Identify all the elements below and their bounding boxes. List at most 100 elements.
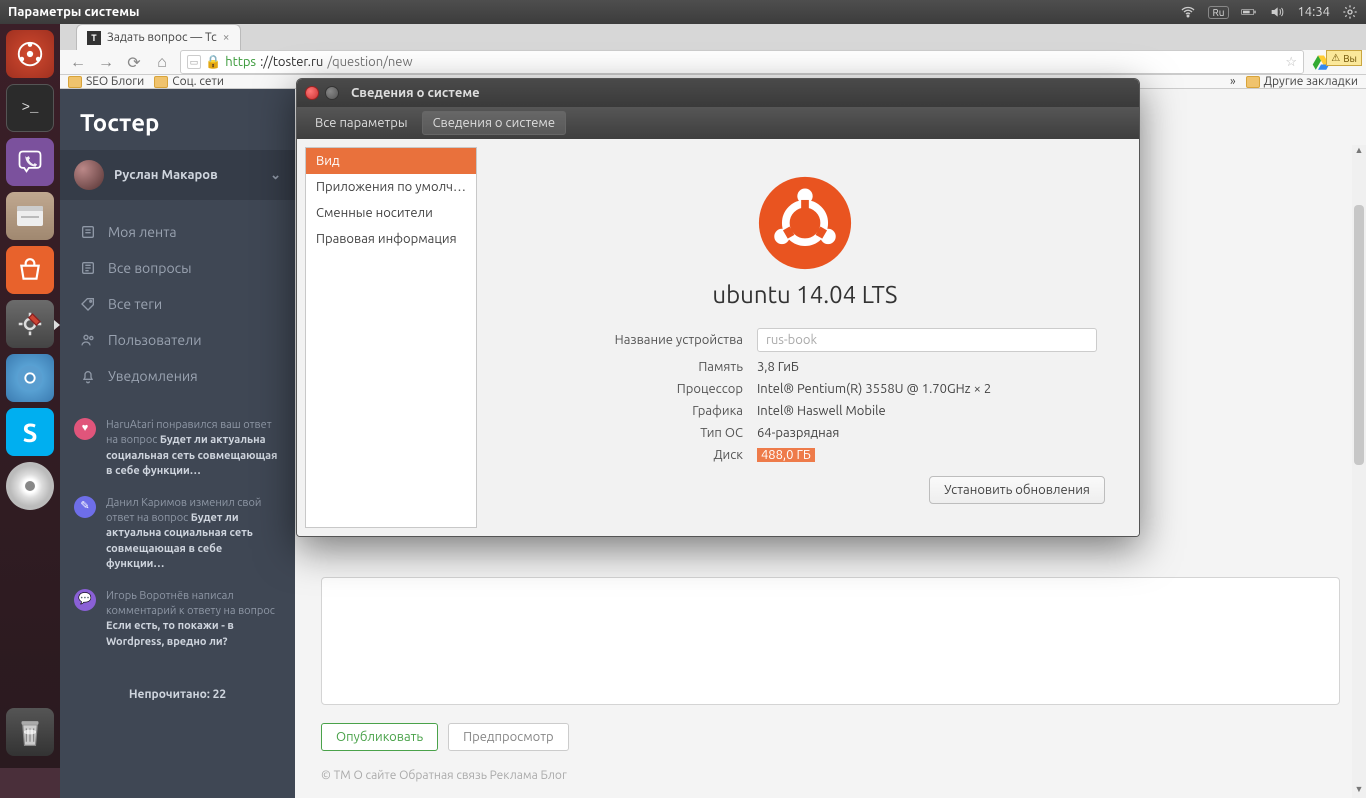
feed-entry[interactable]: ✎Данил Каримов изменил свой ответ на воп… (74, 496, 281, 573)
device-name-input[interactable] (757, 328, 1097, 352)
breadcrumb-current[interactable]: Сведения о системе (422, 111, 567, 135)
sidebar-item-notifications[interactable]: Уведомления (60, 358, 295, 394)
device-label: Название устройства (513, 333, 743, 347)
memory-label: Память (513, 360, 743, 374)
bookmark-folder[interactable]: Соц. сети (154, 75, 224, 88)
dialog-titlebar[interactable]: Сведения о системе (297, 79, 1139, 107)
feed-entry[interactable]: 💬Игорь Воротнёв написал комментарий к от… (74, 589, 281, 651)
os-type-label: Тип ОС (513, 426, 743, 440)
launcher-skype[interactable]: S (6, 408, 54, 456)
launcher-trash[interactable] (6, 708, 54, 756)
tab-title: Задать вопрос — Тс (107, 31, 217, 44)
toster-sidebar: Тостер Руслан Макаров ⌄ Моя лента Все во… (60, 89, 295, 798)
gear-icon[interactable] (1342, 4, 1358, 20)
system-tray: Ru 14:34 (1180, 4, 1358, 20)
sidebar-item-feed[interactable]: Моя лента (60, 214, 295, 250)
install-updates-button[interactable]: Установить обновления (929, 476, 1105, 504)
launcher-disc[interactable] (6, 462, 54, 510)
user-menu[interactable]: Руслан Макаров ⌄ (60, 150, 295, 200)
gpu-value: Intel® Haswell Mobile (757, 404, 1097, 418)
os-name: ubuntu 14.04 LTS (493, 281, 1117, 308)
other-bookmarks[interactable]: Другие закладки (1246, 75, 1358, 88)
heart-icon: ♥ (74, 418, 96, 440)
launcher-settings[interactable] (6, 300, 54, 348)
star-icon[interactable]: ☆ (1285, 55, 1297, 70)
launcher-files[interactable] (6, 192, 54, 240)
bookmark-folder[interactable]: SEO Блоги (68, 75, 144, 88)
launcher-viber[interactable] (6, 138, 54, 186)
close-icon[interactable]: × (223, 31, 230, 44)
breadcrumb-all[interactable]: Все параметры (305, 112, 418, 134)
launcher-terminal[interactable]: >_ (6, 84, 54, 132)
publish-button[interactable]: Опубликовать (321, 723, 438, 751)
sidebar-item-users[interactable]: Пользователи (60, 322, 295, 358)
forward-button[interactable]: → (96, 53, 116, 72)
breadcrumb: Все параметры Сведения о системе (297, 107, 1139, 139)
scrollbar[interactable]: ▲ ▼ (1352, 145, 1366, 798)
launcher-software-center[interactable] (6, 246, 54, 294)
feed-entry[interactable]: ♥HaruAtari понравился ваш ответ на вопро… (74, 418, 281, 480)
favicon-icon: T (87, 31, 101, 45)
page-info-icon[interactable]: ▭ (187, 55, 201, 69)
back-button[interactable]: ← (68, 53, 88, 72)
folder-icon (154, 76, 168, 88)
scroll-down-icon[interactable]: ▼ (1352, 784, 1366, 798)
window-minimize-icon[interactable] (325, 86, 339, 100)
window-close-icon[interactable] (305, 86, 319, 100)
notification-feed: ♥HaruAtari понравился ваш ответ на вопро… (60, 408, 295, 676)
preview-button[interactable]: Предпросмотр (448, 723, 569, 751)
category-item-overview[interactable]: Вид (306, 148, 476, 174)
dialog-content: ubuntu 14.04 LTS Название устройства Пам… (477, 147, 1133, 528)
avatar (74, 160, 104, 190)
memory-value: 3,8 ГиБ (757, 360, 1097, 374)
user-name: Руслан Макаров (114, 168, 218, 182)
home-button[interactable]: ⌂ (152, 53, 172, 72)
volume-icon[interactable] (1269, 4, 1285, 20)
question-body-textarea[interactable] (321, 577, 1340, 705)
sidebar-nav: Моя лента Все вопросы Все теги Пользоват… (60, 200, 295, 408)
dialog-title: Сведения о системе (351, 86, 480, 100)
top-menubar: Параметры системы Ru 14:34 (0, 0, 1366, 24)
keyboard-layout-indicator[interactable]: Ru (1208, 6, 1230, 19)
disk-value: 488,0 ГБ (757, 448, 815, 462)
launcher-chromium[interactable] (6, 354, 54, 402)
menubar-title: Параметры системы (8, 5, 140, 19)
brand-logo[interactable]: Тостер (60, 89, 295, 150)
sidebar-item-tags[interactable]: Все теги (60, 286, 295, 322)
launcher-dash[interactable] (6, 30, 54, 78)
system-settings-dialog: Сведения о системе Все параметры Сведени… (296, 78, 1140, 537)
scrollbar-thumb[interactable] (1354, 205, 1364, 465)
gpu-label: Графика (513, 404, 743, 418)
update-notice[interactable]: ⚠Вы (1326, 50, 1362, 66)
wifi-icon[interactable] (1180, 4, 1196, 20)
lock-icon: 🔒 (205, 55, 221, 70)
unity-launcher: >_ S (0, 24, 60, 768)
category-item-legal[interactable]: Правовая информация (306, 226, 476, 252)
address-bar[interactable]: ▭ 🔒 https ://toster.ru/question/new ☆ (180, 50, 1304, 74)
chevron-down-icon: ⌄ (270, 168, 281, 183)
category-item-default-apps[interactable]: Приложения по умолч… (306, 174, 476, 200)
ubuntu-logo-icon (757, 175, 853, 271)
folder-icon (68, 76, 82, 88)
comment-icon: 💬 (74, 589, 96, 611)
url-scheme: https (225, 55, 256, 69)
edit-icon: ✎ (74, 496, 96, 518)
page-footer: © TM О сайте Обратная связь Реклама Блог (321, 769, 1340, 782)
category-item-removable[interactable]: Сменные носители (306, 200, 476, 226)
clock-time[interactable]: 14:34 (1297, 5, 1330, 19)
reload-button[interactable]: ⟳ (124, 53, 144, 72)
cpu-label: Процессор (513, 382, 743, 396)
url-host: ://toster.ru (260, 55, 323, 69)
unread-count[interactable]: Непрочитано: 22 (60, 676, 295, 713)
sidebar-item-questions[interactable]: Все вопросы (60, 250, 295, 286)
tab-strip: T Задать вопрос — Тс × (60, 24, 1366, 50)
warning-icon: ⚠ (1331, 52, 1340, 64)
url-path: /question/new (327, 55, 412, 69)
cpu-value: Intel® Pentium(R) 3558U @ 1.70GHz × 2 (757, 382, 1097, 396)
bookmarks-overflow[interactable]: » (1230, 75, 1236, 88)
browser-tab[interactable]: T Задать вопрос — Тс × (76, 24, 241, 50)
os-type-value: 64-разрядная (757, 426, 1097, 440)
dialog-category-list: Вид Приложения по умолч… Сменные носител… (305, 147, 477, 528)
battery-icon[interactable] (1241, 4, 1257, 20)
scroll-up-icon[interactable]: ▲ (1352, 145, 1366, 159)
